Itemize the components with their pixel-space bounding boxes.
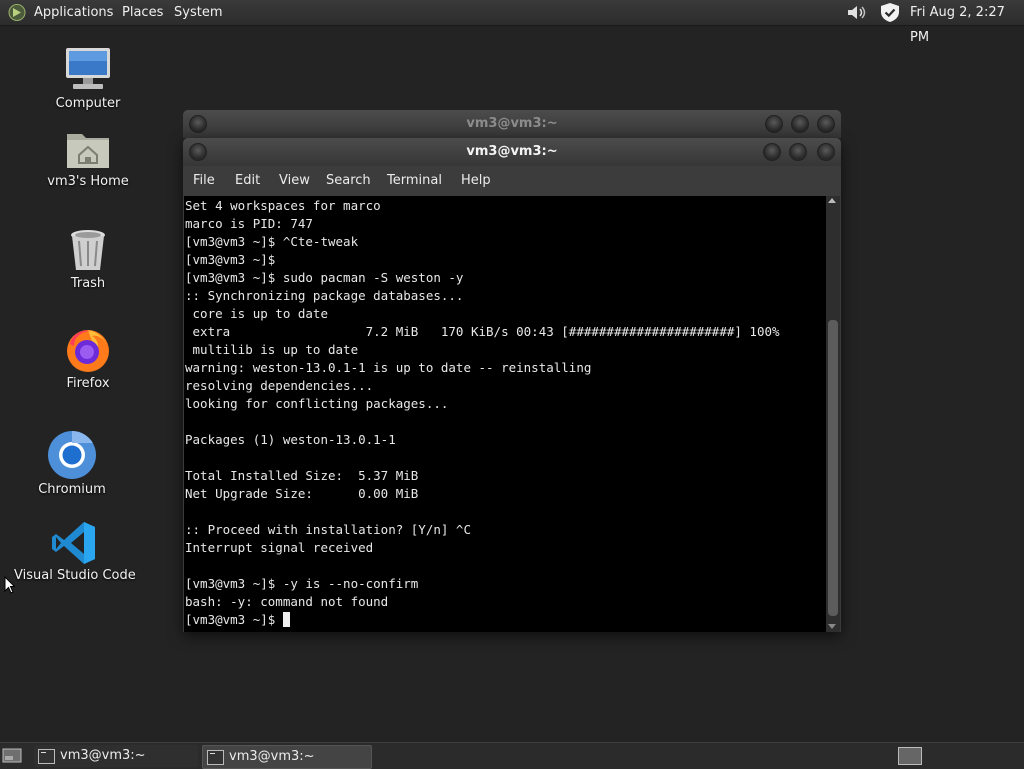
- firefox-icon: [67, 330, 109, 372]
- taskbar-item-terminal[interactable]: vm3@vm3:~: [34, 745, 198, 767]
- terminal-line: Total Installed Size: 5.37 MiB: [185, 468, 419, 483]
- terminal-line: extra 7.2 MiB 170 KiB/s 00:43 [#########…: [185, 324, 780, 339]
- desktop-icon-vscode[interactable]: Visual Studio Code: [14, 520, 136, 583]
- terminal-prompt: [vm3@vm3 ~]$: [185, 612, 283, 627]
- window-title: vm3@vm3:~: [466, 116, 558, 131]
- scroll-up-arrow-icon[interactable]: [828, 198, 836, 203]
- menu-terminal[interactable]: Terminal: [387, 166, 442, 196]
- window-menu-button[interactable]: [189, 143, 207, 161]
- terminal-line: [vm3@vm3 ~]$: [185, 252, 276, 267]
- vscode-icon: [52, 522, 95, 564]
- clock[interactable]: Fri Aug 2, 2:27 PM: [910, 0, 1024, 45]
- desktop-icon-computer[interactable]: Computer: [48, 46, 128, 111]
- taskbar-item-label: vm3@vm3:~: [60, 748, 146, 763]
- scroll-down-arrow-icon[interactable]: [828, 624, 836, 629]
- desktop-icon-label: Computer: [55, 96, 121, 111]
- terminal-scrollbar[interactable]: [826, 196, 840, 632]
- places-menu[interactable]: Places: [122, 0, 163, 25]
- back-window-titlebar[interactable]: vm3@vm3:~: [183, 110, 841, 138]
- taskbar-item-label: vm3@vm3:~: [229, 749, 315, 764]
- window-titlebar[interactable]: vm3@vm3:~: [183, 138, 841, 166]
- terminal-line: looking for conflicting packages...: [185, 396, 449, 411]
- desktop-icon-trash[interactable]: Trash: [48, 228, 128, 291]
- desktop-icon-label: Visual Studio Code: [14, 568, 136, 583]
- terminal-output[interactable]: Set 4 workspaces for marco marco is PID:…: [184, 196, 826, 632]
- terminal-line: [vm3@vm3 ~]$ -y is --no-confirm: [185, 576, 419, 591]
- terminal-line: [vm3@vm3 ~]$ ^Cte-tweak: [185, 234, 359, 249]
- scrollbar-thumb[interactable]: [828, 320, 838, 616]
- minimize-button[interactable]: [765, 115, 783, 133]
- terminal-window: vm3@vm3:~ File Edit View Search Terminal…: [183, 138, 841, 632]
- desktop-icon-firefox[interactable]: Firefox: [48, 326, 128, 391]
- workspace-switcher[interactable]: [898, 747, 922, 765]
- maximize-button[interactable]: [789, 143, 807, 161]
- chromium-icon: [48, 431, 96, 479]
- terminal-icon: [207, 750, 224, 765]
- desktop-icon-label: Chromium: [38, 482, 106, 497]
- top-panel: Applications Places System Fri Aug 2, 2:…: [0, 0, 1024, 45]
- volume-icon[interactable]: [846, 3, 868, 22]
- menu-bar: File Edit View Search Terminal Help: [183, 166, 841, 196]
- terminal-line: [vm3@vm3 ~]$ sudo pacman -S weston -y: [185, 270, 464, 285]
- terminal-line: Set 4 workspaces for marco: [185, 198, 381, 213]
- terminal-line: bash: -y: command not found: [185, 594, 389, 609]
- window-menu-button[interactable]: [189, 115, 207, 133]
- terminal-line: :: Proceed with installation? [Y/n] ^C: [185, 522, 471, 537]
- terminal-line: core is up to date: [185, 306, 328, 321]
- terminal-line: Packages (1) weston-13.0.1-1: [185, 432, 396, 447]
- terminal-line: resolving dependencies...: [185, 378, 374, 393]
- window-title: vm3@vm3:~: [466, 144, 558, 159]
- home-folder-icon: [67, 134, 109, 168]
- minimize-button[interactable]: [763, 143, 781, 161]
- menu-view[interactable]: View: [279, 166, 310, 196]
- close-button[interactable]: [817, 143, 835, 161]
- terminal-line: :: Synchronizing package databases...: [185, 288, 464, 303]
- show-desktop-icon[interactable]: [2, 747, 22, 764]
- text-cursor: [282, 612, 290, 627]
- terminal-line: Interrupt signal received: [185, 540, 374, 555]
- menu-search[interactable]: Search: [326, 166, 371, 196]
- desktop-icon-home[interactable]: vm3's Home: [44, 128, 132, 189]
- desktop-icon-label: vm3's Home: [47, 174, 129, 189]
- maximize-button[interactable]: [791, 115, 809, 133]
- computer-icon: [66, 48, 110, 89]
- mate-logo-icon[interactable]: [8, 4, 26, 21]
- terminal-icon: [38, 749, 55, 764]
- menu-help[interactable]: Help: [461, 166, 491, 196]
- desktop-icon-label: Firefox: [66, 376, 110, 391]
- close-button[interactable]: [817, 115, 835, 133]
- desktop-icon-chromium[interactable]: Chromium: [32, 430, 112, 497]
- desktop-icon-label: Trash: [70, 276, 106, 291]
- terminal-line: multilib is up to date: [185, 342, 359, 357]
- taskbar-item-terminal-active[interactable]: vm3@vm3:~: [202, 745, 372, 769]
- menu-edit[interactable]: Edit: [235, 166, 260, 196]
- terminal-line: warning: weston-13.0.1-1 is up to date -…: [185, 360, 592, 375]
- terminal-line: Net Upgrade Size: 0.00 MiB: [185, 486, 419, 501]
- mouse-pointer-icon: [4, 576, 15, 594]
- system-menu[interactable]: System: [174, 0, 222, 25]
- menu-file[interactable]: File: [193, 166, 215, 196]
- shield-icon[interactable]: [879, 2, 901, 23]
- trash-icon: [71, 230, 105, 270]
- terminal-prompt-line[interactable]: [vm3@vm3 ~]$: [185, 611, 290, 629]
- applications-menu[interactable]: Applications: [34, 0, 113, 25]
- terminal-line: marco is PID: 747: [185, 216, 313, 231]
- bottom-taskbar: vm3@vm3:~ vm3@vm3:~: [0, 742, 1024, 769]
